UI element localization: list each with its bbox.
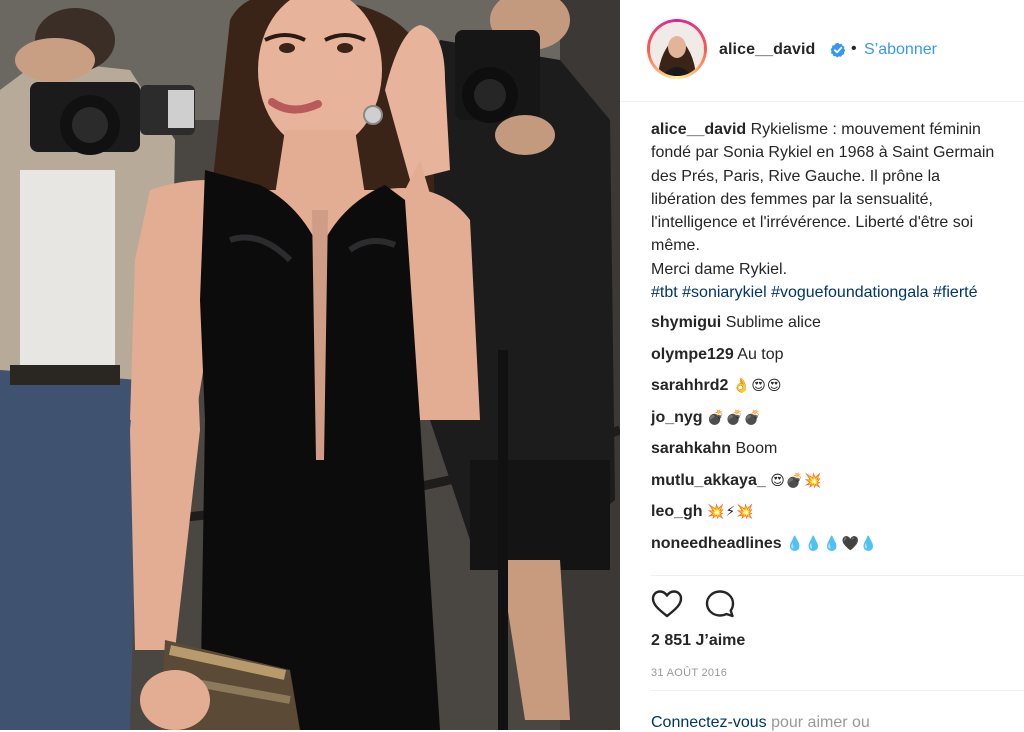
heart-icon[interactable] <box>651 589 683 619</box>
comment-item: shymigui Sublime alice <box>651 311 1001 336</box>
post-caption: alice__david Rykielisme : mouvement fémi… <box>651 118 1001 304</box>
hashtag-link[interactable]: #soniarykiel <box>682 284 766 301</box>
comment-username[interactable]: jo_nyg <box>651 409 703 426</box>
comment-username[interactable]: olympe129 <box>651 346 734 363</box>
comment-text: 👌😍😍 <box>732 378 783 395</box>
comment-item: sarahkahn Boom <box>651 437 1001 462</box>
avatar-picture <box>650 22 704 76</box>
hashtag-link[interactable]: #tbt <box>651 284 678 301</box>
comment-icon[interactable] <box>704 589 736 619</box>
section-divider <box>651 690 1024 691</box>
avatar-image[interactable] <box>650 22 704 76</box>
post-header: alice__david • S’abonner <box>620 0 1024 102</box>
comment-username[interactable]: sarahhrd2 <box>651 377 728 394</box>
header-separator: • <box>851 40 857 57</box>
post-date: 31 AOÛT 2016 <box>651 667 728 679</box>
post-side-panel: alice__david • S’abonner alice__david Ry… <box>620 0 1024 732</box>
verified-badge-icon <box>830 42 846 58</box>
section-divider <box>651 575 1024 576</box>
comment-item: mutlu_akkaya_ 😍💣💥 <box>651 469 1001 494</box>
header-username[interactable]: alice__david <box>719 41 815 59</box>
comment-text: Au top <box>737 345 784 363</box>
login-prompt-text: pour aimer ou <box>766 714 870 731</box>
comment-username[interactable]: noneedheadlines <box>651 535 782 552</box>
comment-item: sarahhrd2 👌😍😍 <box>651 374 1001 399</box>
comment-text: 💧💧💧🖤💧 <box>786 535 879 552</box>
caption-text: Rykielisme : mouvement féminin fondé par… <box>651 121 995 278</box>
comment-text: 💥⚡💥 <box>707 504 755 521</box>
caption-username[interactable]: alice__david <box>651 121 746 138</box>
comment-text: Boom <box>735 440 778 458</box>
hashtag-link[interactable]: #voguefoundationgala <box>771 284 928 301</box>
comment-username[interactable]: leo_gh <box>651 503 703 520</box>
follow-button[interactable]: S’abonner <box>864 41 937 59</box>
comment-text: 😍💣💥 <box>770 472 823 489</box>
post-photo[interactable] <box>0 0 620 730</box>
avatar[interactable] <box>647 19 707 79</box>
likes-count[interactable]: 2 851 J’aime <box>651 632 745 650</box>
comment-username[interactable]: sarahkahn <box>651 440 731 457</box>
hashtag-link[interactable]: #fierté <box>933 284 977 301</box>
comment-text: Sublime alice <box>725 314 821 332</box>
comment-item: noneedheadlines 💧💧💧🖤💧 <box>651 532 1001 557</box>
photo-illustration <box>0 0 620 730</box>
comments-list: alice__david Rykielisme : mouvement fémi… <box>651 118 1001 556</box>
comment-item: jo_nyg 💣💣💣 <box>651 406 1001 431</box>
comment-username[interactable]: shymigui <box>651 314 721 331</box>
login-prompt: Connectez-vous pour aimer ou <box>651 714 870 732</box>
login-link[interactable]: Connectez-vous <box>651 714 767 731</box>
comment-item: olympe129 Au top <box>651 343 1001 368</box>
comment-item: leo_gh 💥⚡💥 <box>651 500 1001 525</box>
comment-username[interactable]: mutlu_akkaya_ <box>651 472 766 489</box>
comment-text: 💣💣💣 <box>707 409 763 426</box>
